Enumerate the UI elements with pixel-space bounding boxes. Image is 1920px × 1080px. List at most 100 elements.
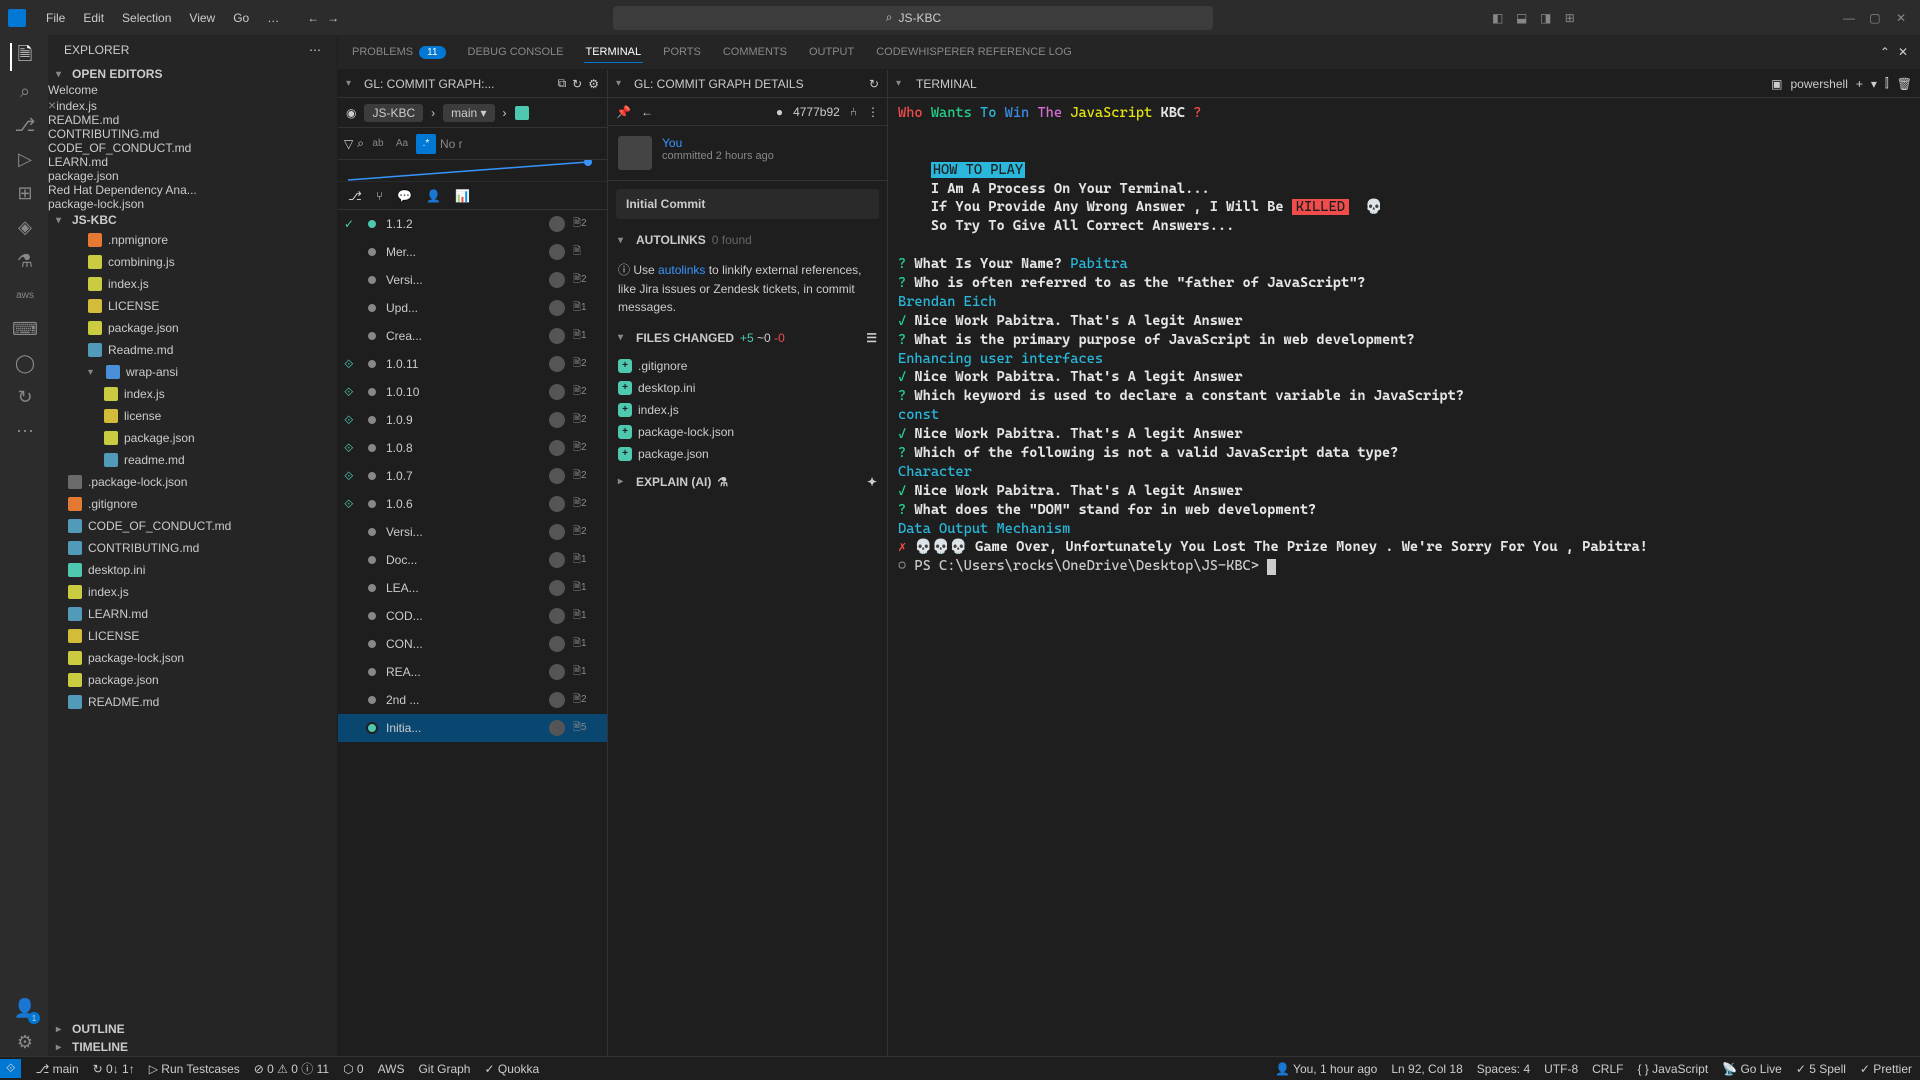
status-item[interactable]: Ln 92, Col 18 — [1391, 1062, 1462, 1076]
close-icon[interactable]: ✕ — [1890, 7, 1912, 29]
remote-indicator[interactable]: ⟐ — [0, 1059, 21, 1078]
add-terminal-icon[interactable]: + — [1856, 77, 1863, 91]
commit-row[interactable]: Initia...🗎5 — [338, 714, 607, 742]
back-icon[interactable]: ← — [641, 105, 653, 119]
message-icon[interactable]: 💬 — [397, 189, 412, 203]
refresh-icon[interactable]: ↻ — [572, 77, 582, 91]
autolinks-link[interactable]: autolinks — [658, 263, 705, 277]
shell-name[interactable]: powershell — [1791, 77, 1848, 91]
open-editor-item[interactable]: package-lock.json — [48, 197, 337, 211]
status-item[interactable]: UTF-8 — [1544, 1062, 1578, 1076]
source-control-icon[interactable]: ⎇ — [10, 111, 38, 139]
commit-row[interactable]: ⟐1.0.6🗎2 — [338, 490, 607, 518]
pin-icon[interactable]: 📌 — [616, 105, 631, 119]
status-item[interactable]: AWS — [378, 1060, 405, 1077]
status-item[interactable]: 📡 Go Live — [1722, 1062, 1782, 1076]
changed-file[interactable]: +index.js — [618, 399, 877, 421]
status-item[interactable]: ⊘ 0 ⚠ 0 ⓘ 11 — [254, 1060, 329, 1077]
commit-row[interactable]: ⟐1.0.11🗎2 — [338, 350, 607, 378]
chat-icon[interactable]: ◯ — [10, 349, 38, 377]
commit-row[interactable]: Crea...🗎1 — [338, 322, 607, 350]
panel-tab-problems[interactable]: PROBLEMS11 — [350, 42, 448, 63]
status-item[interactable]: { } JavaScript — [1637, 1062, 1708, 1076]
file-tree-item[interactable]: index.js — [48, 273, 337, 295]
panel-tab-ports[interactable]: PORTS — [661, 42, 703, 62]
more-icon[interactable]: ⋮ — [867, 105, 879, 119]
close-icon[interactable]: ✕ — [1898, 45, 1908, 59]
search-icon[interactable]: ⌕ — [10, 77, 38, 105]
chevron-up-icon[interactable]: ⌃ — [1880, 45, 1890, 59]
list-view-icon[interactable]: ☰ — [866, 331, 877, 345]
branch-icon[interactable]: ⎇ — [348, 189, 362, 203]
panel-left-icon[interactable]: ◧ — [1488, 8, 1508, 28]
open-editor-item[interactable]: CONTRIBUTING.md — [48, 127, 337, 141]
close-icon[interactable]: × — [48, 97, 56, 113]
panel-tab-output[interactable]: OUTPUT — [807, 42, 856, 62]
account-icon[interactable]: 👤1 — [10, 994, 38, 1022]
branch-selector[interactable]: main ▾ — [443, 104, 494, 122]
panel-tab-terminal[interactable]: TERMINAL — [584, 42, 644, 63]
panel-tab-codewhisperer-reference-log[interactable]: CODEWHISPERER REFERENCE LOG — [874, 42, 1074, 62]
open-editor-item[interactable]: Red Hat Dependency Ana... — [48, 183, 337, 197]
match-case-icon[interactable]: Aa — [392, 134, 412, 154]
gear-icon[interactable]: ⚙ — [10, 1028, 38, 1056]
file-tree-item[interactable]: index.js — [48, 383, 337, 405]
terminal-output[interactable]: Who Wants To Win The JavaScript KBC ? HO… — [888, 98, 1920, 1056]
commit-row[interactable]: 2nd ...🗎2 — [338, 686, 607, 714]
status-item[interactable]: Spaces: 4 — [1477, 1062, 1530, 1076]
author-name[interactable]: You — [662, 136, 774, 150]
panel-bottom-icon[interactable]: ⬓ — [1512, 8, 1532, 28]
commit-row[interactable]: Versi...🗎2 — [338, 518, 607, 546]
commit-row[interactable]: ⟐1.0.10🗎2 — [338, 378, 607, 406]
status-item[interactable]: ⬡ 0 — [343, 1060, 363, 1077]
open-editor-item[interactable]: Welcome — [48, 83, 337, 97]
merge-icon[interactable]: ⑂ — [376, 189, 383, 203]
file-tree-item[interactable]: package-lock.json — [48, 647, 337, 669]
file-tree-item[interactable]: package.json — [48, 669, 337, 691]
match-word-icon[interactable]: ab — [368, 134, 388, 154]
commit-row[interactable]: LEA...🗎1 — [338, 574, 607, 602]
file-tree-item[interactable]: ▾wrap-ansi — [48, 361, 337, 383]
status-item[interactable]: 👤 You, 1 hour ago — [1275, 1062, 1377, 1076]
file-tree-item[interactable]: license — [48, 405, 337, 427]
menu-edit[interactable]: Edit — [75, 7, 112, 29]
author-icon[interactable]: 👤 — [426, 189, 441, 203]
file-tree-item[interactable]: combining.js — [48, 251, 337, 273]
menu-selection[interactable]: Selection — [114, 7, 179, 29]
repo-selector[interactable]: JS-KBC — [364, 104, 423, 122]
changed-file[interactable]: +desktop.ini — [618, 377, 877, 399]
back-icon[interactable]: ← — [307, 11, 319, 25]
commit-row[interactable]: REA...🗎1 — [338, 658, 607, 686]
files-changed-header[interactable]: ▾FILES CHANGED +5 ~0 -0 ☰ — [618, 331, 877, 345]
menu-file[interactable]: File — [38, 7, 73, 29]
commit-row[interactable]: CON...🗎1 — [338, 630, 607, 658]
status-item[interactable]: ▷ Run Testcases — [149, 1060, 240, 1077]
status-item[interactable]: ↻ 0↓ 1↑ — [93, 1060, 135, 1077]
file-tree-item[interactable]: LEARN.md — [48, 603, 337, 625]
gear-icon[interactable]: ⚙ — [588, 77, 599, 91]
status-item[interactable]: CRLF — [1592, 1062, 1623, 1076]
panel-right-icon[interactable]: ◨ — [1536, 8, 1556, 28]
graph-icon[interactable]: ⑃ — [850, 105, 857, 119]
open-editor-item[interactable]: CODE_OF_CONDUCT.md — [48, 141, 337, 155]
commit-row[interactable]: Doc...🗎1 — [338, 546, 607, 574]
terminal-icon[interactable]: ⌨ — [10, 315, 38, 343]
open-editor-item[interactable]: ×index.js — [48, 97, 337, 113]
forward-icon[interactable]: → — [327, 11, 339, 25]
sparkle-icon[interactable]: ✦ — [867, 475, 877, 489]
file-tree-item[interactable]: .package-lock.json — [48, 471, 337, 493]
changes-icon[interactable]: 📊 — [455, 189, 470, 203]
file-tree-item[interactable]: CODE_OF_CONDUCT.md — [48, 515, 337, 537]
file-tree-item[interactable]: package.json — [48, 317, 337, 339]
dropdown-icon[interactable]: ▾ — [1871, 77, 1877, 91]
testing-icon[interactable]: ⚗ — [10, 247, 38, 275]
explorer-icon[interactable]: 🗎 — [10, 43, 38, 71]
refresh-icon[interactable]: ↻ — [869, 77, 879, 91]
open-editor-item[interactable]: LEARN.md — [48, 155, 337, 169]
commit-row[interactable]: ✓1.1.2🗎2 — [338, 210, 607, 238]
changed-file[interactable]: +.gitignore — [618, 355, 877, 377]
run-debug-icon[interactable]: ▷ — [10, 145, 38, 173]
status-item[interactable]: ✓ Prettier — [1860, 1062, 1912, 1076]
outline-header[interactable]: ▸OUTLINE — [48, 1020, 337, 1038]
file-tree-item[interactable]: LICENSE — [48, 625, 337, 647]
